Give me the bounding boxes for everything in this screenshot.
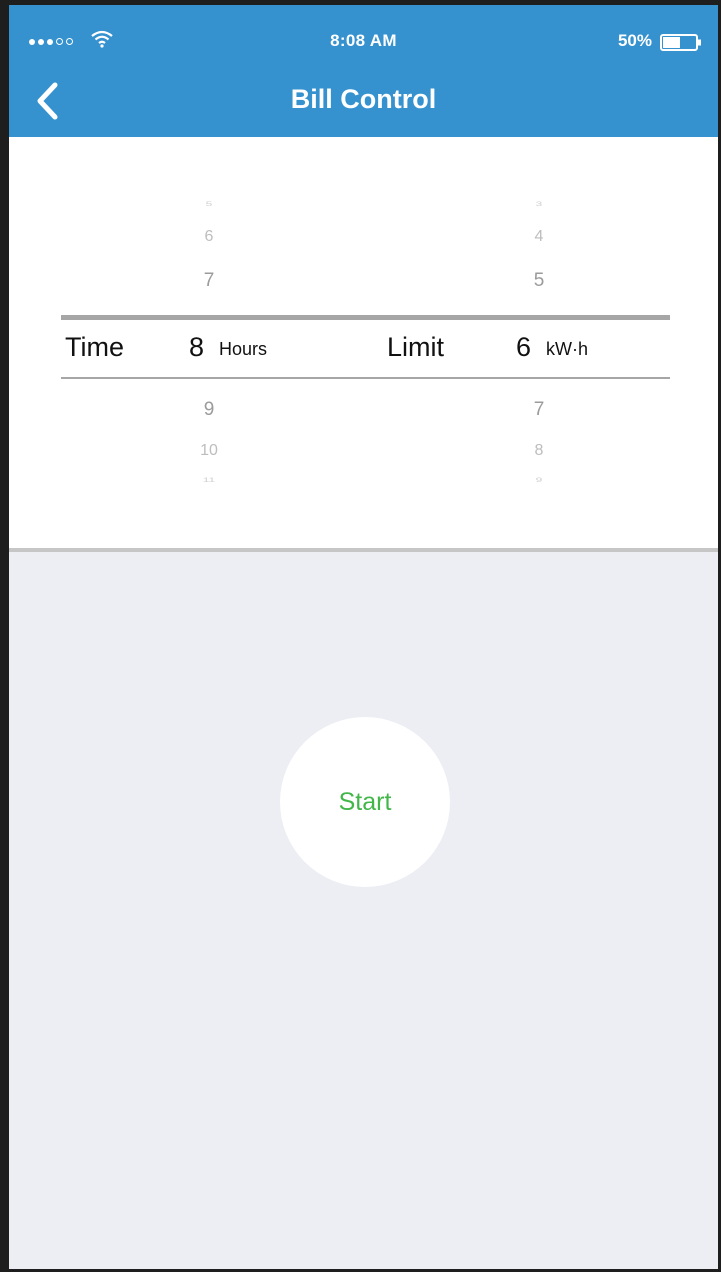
nav-bar: Bill Control: [9, 71, 718, 133]
start-button[interactable]: Start: [280, 717, 450, 887]
status-bar: 8:08 AM 50%: [9, 5, 718, 67]
battery-percent: 50%: [617, 31, 652, 50]
start-label: Start: [338, 787, 392, 816]
hours-wheel-item[interactable]: 5: [189, 200, 229, 208]
kwh-wheel-item[interactable]: 5: [519, 270, 559, 292]
hours-wheel-item[interactable]: 6: [189, 228, 229, 246]
divider: [9, 548, 718, 552]
battery-icon: [660, 34, 701, 51]
kwh-value[interactable]: 6: [516, 332, 531, 363]
hours-unit: Hours: [219, 339, 268, 359]
page-title: Bill Control: [290, 84, 437, 114]
header: 8:08 AM 50% Bill Control: [9, 5, 718, 137]
time-label: Time: [65, 332, 124, 362]
hours-wheel-item[interactable]: 9: [189, 399, 229, 421]
kwh-wheel-item[interactable]: 9: [519, 476, 559, 484]
app-screen: 8:08 AM 50% Bill Control 5 6 7 3 4 5 Tim…: [0, 0, 721, 1272]
hours-wheel-item[interactable]: 10: [189, 442, 229, 460]
hours-wheel-item[interactable]: 11: [189, 476, 229, 484]
kwh-wheel-item[interactable]: 8: [519, 442, 559, 460]
selection-row[interactable]: Time 8 Hours Limit 6 kW·h: [61, 320, 670, 377]
hours-wheel-item[interactable]: 7: [189, 270, 229, 292]
kwh-wheel-item[interactable]: 3: [519, 200, 559, 208]
status-time: 8:08 AM: [330, 31, 397, 50]
kwh-unit: kW·h: [546, 339, 588, 359]
kwh-wheel-item[interactable]: 4: [519, 228, 559, 246]
hours-value[interactable]: 8: [189, 332, 204, 363]
kwh-wheel-item[interactable]: 7: [519, 399, 559, 421]
limit-label: Limit: [387, 332, 445, 362]
selection-line-bottom: [61, 377, 670, 379]
picker-panel[interactable]: 5 6 7 3 4 5 Time 8 Hours Limit 6 kW·h 9 …: [9, 137, 718, 548]
